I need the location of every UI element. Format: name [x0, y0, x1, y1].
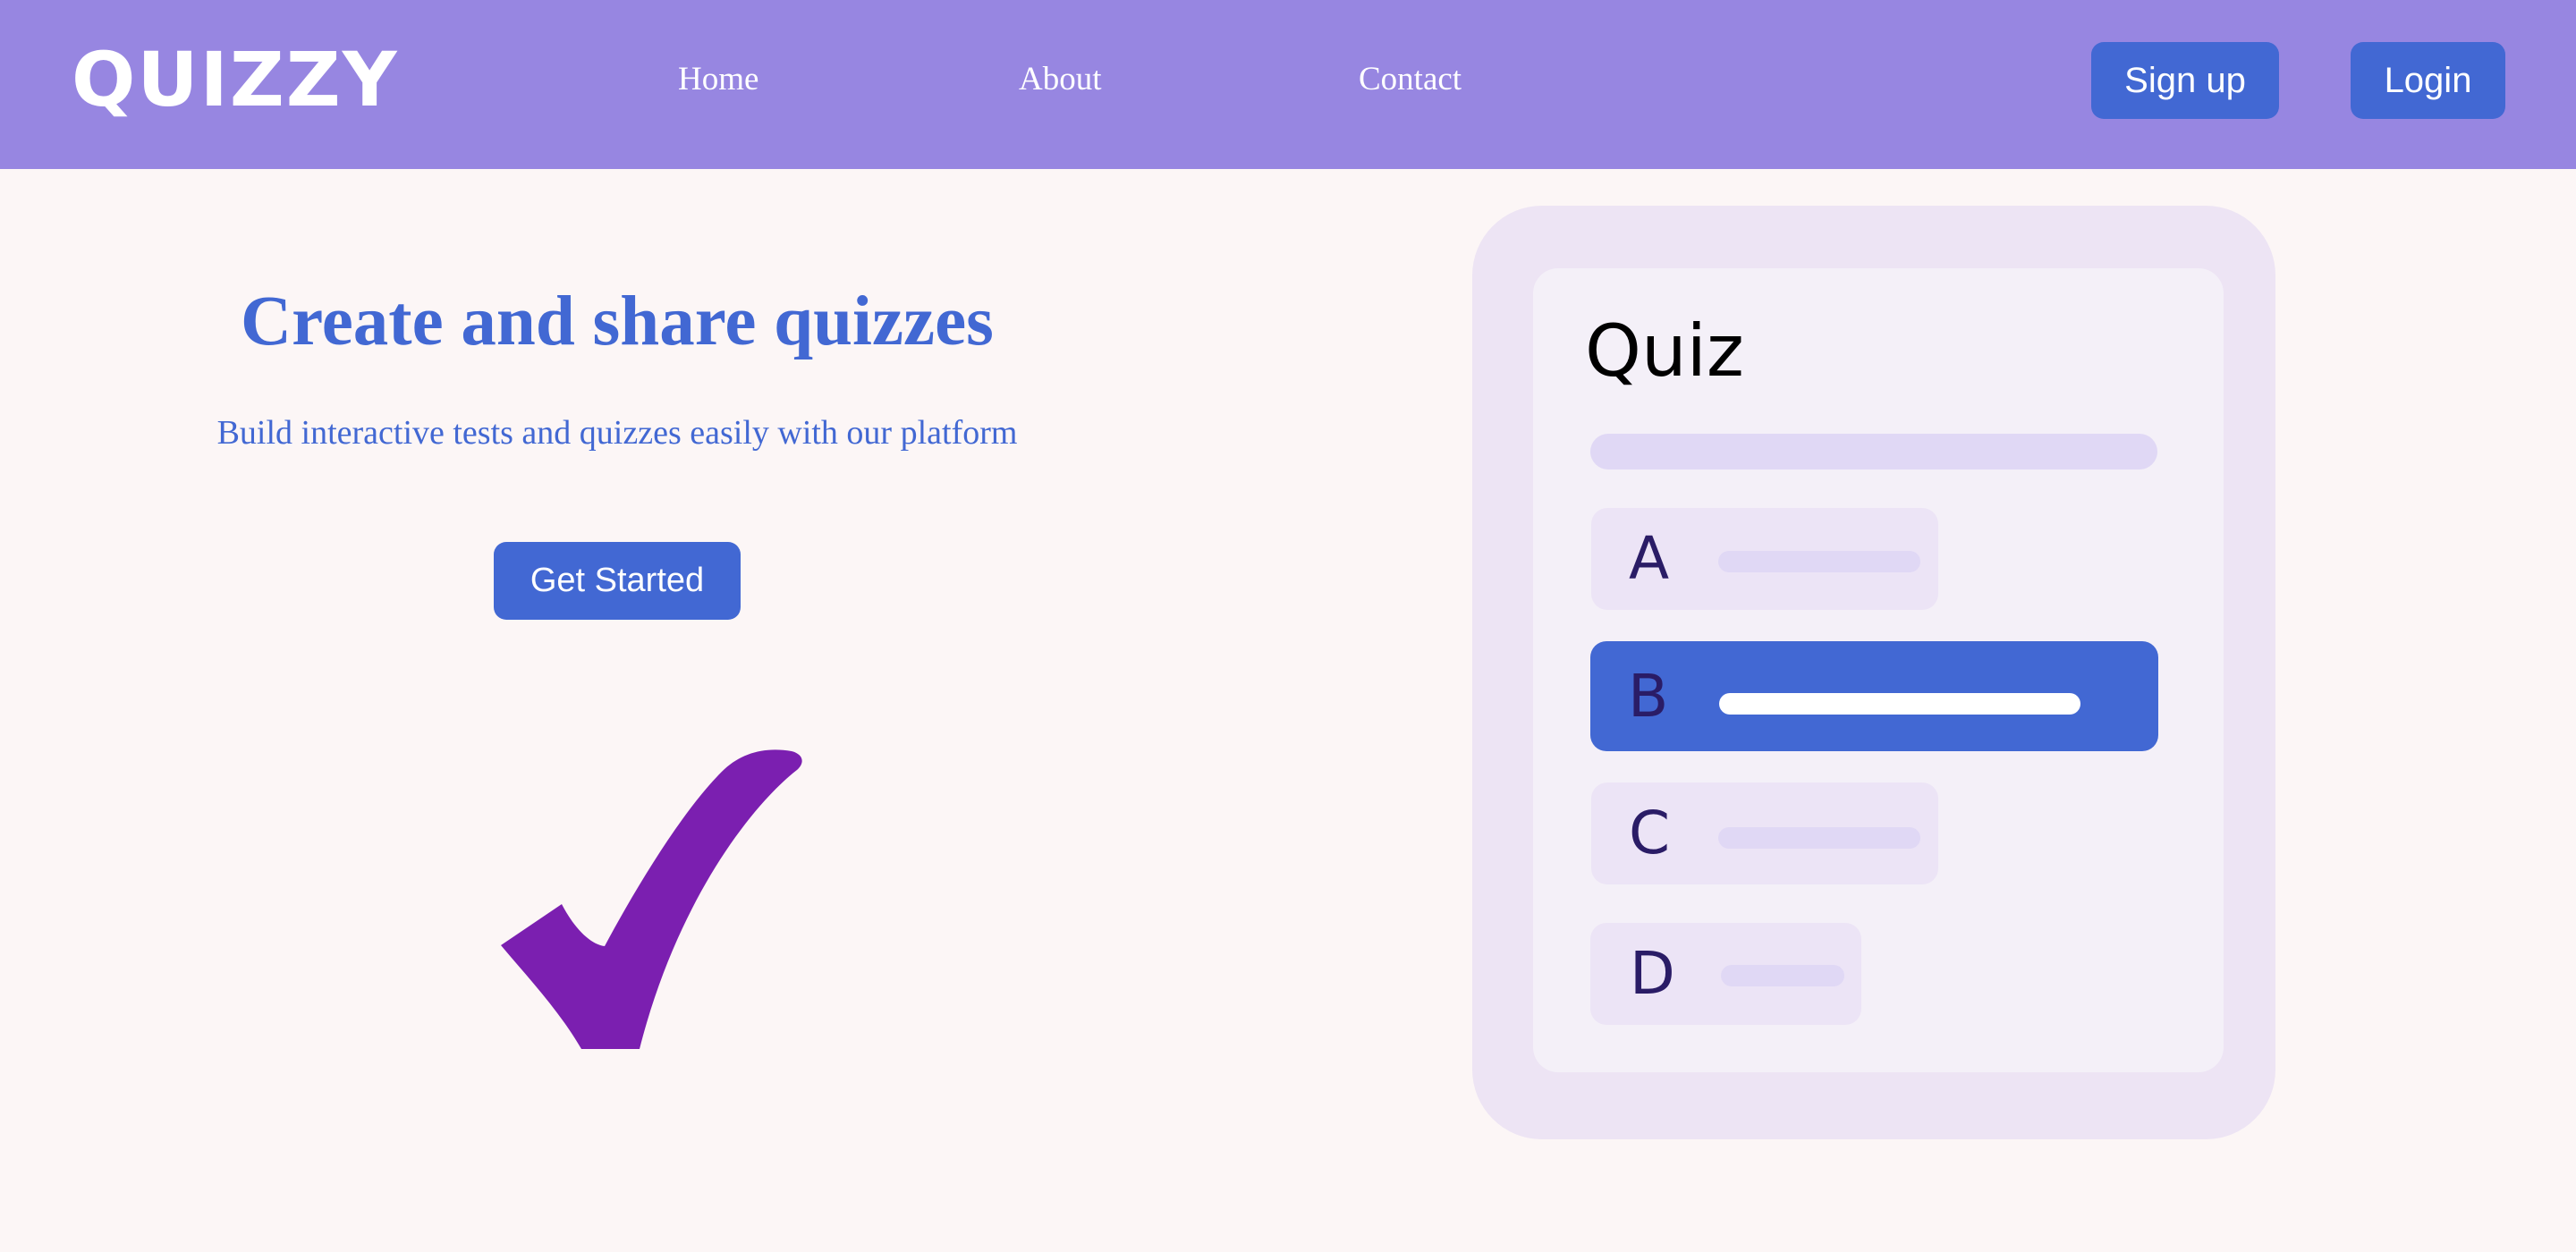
login-button[interactable]: Login: [2351, 42, 2505, 119]
quiz-option-c[interactable]: C: [1591, 782, 1938, 884]
quiz-option-a[interactable]: A: [1591, 508, 1938, 610]
logo[interactable]: QUIZZY: [72, 39, 399, 120]
get-started-button[interactable]: Get Started: [494, 542, 741, 620]
option-letter: D: [1630, 939, 1675, 1008]
option-text-placeholder: [1719, 693, 2080, 715]
hero-subtitle: Build interactive tests and quizzes easi…: [216, 414, 1018, 452]
nav-about-link[interactable]: About: [1019, 55, 1102, 104]
nav-home-link[interactable]: Home: [678, 55, 758, 104]
top-navbar: QUIZZY Home About Contact Sign up Login: [0, 0, 2576, 169]
checkmark-icon: [501, 749, 802, 1049]
checkmark-shape: [501, 749, 802, 1049]
option-letter: C: [1629, 799, 1671, 867]
option-text-placeholder: [1721, 965, 1844, 986]
quiz-option-b[interactable]: B: [1590, 641, 2158, 751]
quiz-title: Quiz: [1585, 309, 1744, 393]
question-placeholder: [1590, 434, 2157, 470]
option-text-placeholder: [1718, 827, 1920, 849]
option-text-placeholder: [1718, 551, 1920, 572]
nav-contact-link[interactable]: Contact: [1359, 55, 1462, 104]
signup-button[interactable]: Sign up: [2091, 42, 2279, 119]
quiz-option-d[interactable]: D: [1590, 923, 1861, 1025]
option-letter: A: [1629, 524, 1670, 593]
hero-title: Create and share quizzes: [241, 283, 994, 360]
option-letter: B: [1628, 662, 1669, 731]
